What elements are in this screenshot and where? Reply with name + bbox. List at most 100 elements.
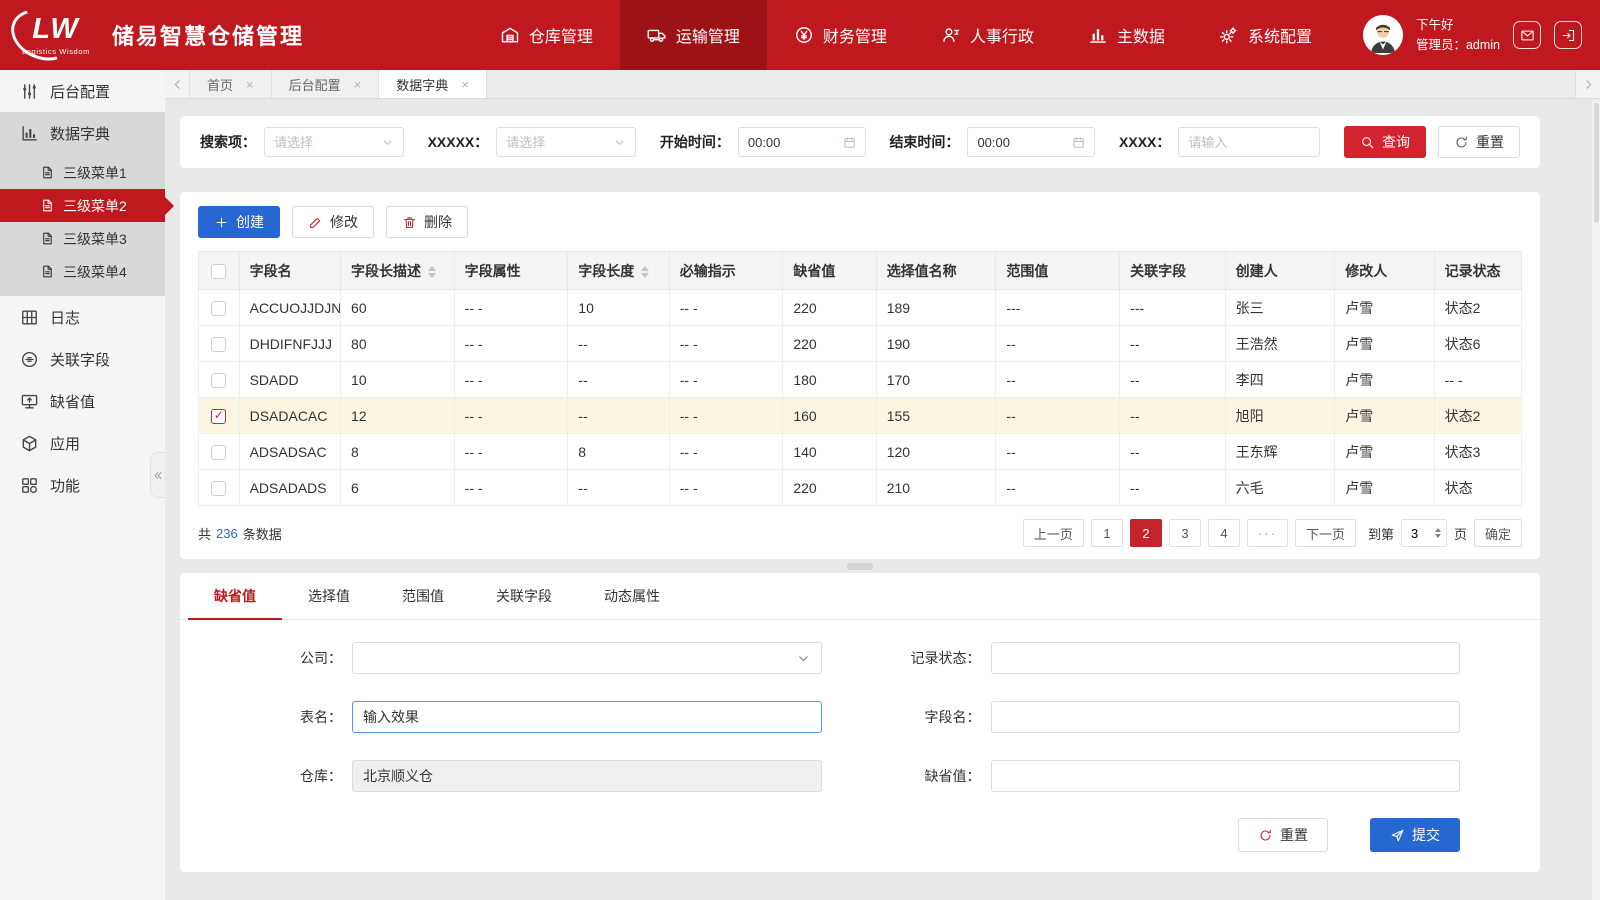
form-submit-label: 提交 bbox=[1412, 825, 1440, 845]
row-checkbox[interactable] bbox=[211, 337, 226, 352]
edit-button[interactable]: 修改 bbox=[292, 206, 374, 238]
sidebar-subitem-3[interactable]: 三级菜单4 bbox=[0, 255, 165, 288]
table-row-1[interactable]: DHDIFNFJJJ80-- ----- -220190----王浩然卢雪状态6 bbox=[199, 326, 1522, 362]
row-checkbox[interactable] bbox=[211, 409, 226, 424]
tab-2[interactable]: 数据字典× bbox=[379, 70, 487, 98]
detail-tab-0[interactable]: 缺省值 bbox=[188, 573, 282, 619]
page-button-3[interactable]: 3 bbox=[1169, 519, 1201, 547]
company-select[interactable] bbox=[352, 642, 822, 674]
page-button-4[interactable]: 4 bbox=[1208, 519, 1240, 547]
default-value-label: 缺省值： bbox=[877, 766, 981, 786]
spinner-arrows-icon[interactable] bbox=[1435, 528, 1441, 538]
xxxxx-select-input[interactable] bbox=[506, 135, 613, 150]
record-status-input-box[interactable] bbox=[991, 642, 1461, 674]
nav-item-1[interactable]: 运输管理 bbox=[620, 0, 767, 70]
scrollbar-thumb[interactable] bbox=[1594, 103, 1599, 223]
table-row-2[interactable]: SDADD10-- ----- -180170----李四卢雪-- - bbox=[199, 362, 1522, 398]
splitter-handle[interactable] bbox=[180, 559, 1540, 573]
select-all-checkbox[interactable] bbox=[211, 264, 226, 279]
company-select-input[interactable] bbox=[363, 650, 796, 666]
field-name-input[interactable] bbox=[1002, 709, 1450, 725]
table-cell: 155 bbox=[876, 398, 996, 434]
close-icon[interactable]: × bbox=[461, 77, 469, 92]
sidebar-subitem-label: 三级菜单3 bbox=[63, 229, 127, 249]
sort-icon[interactable] bbox=[641, 266, 649, 278]
delete-button[interactable]: 删除 bbox=[386, 206, 468, 238]
avatar[interactable] bbox=[1363, 15, 1403, 55]
reset-button[interactable]: 重置 bbox=[1438, 126, 1520, 158]
nav-item-3[interactable]: 人事行政 bbox=[914, 0, 1061, 70]
xxxx-input-box[interactable] bbox=[1178, 127, 1320, 157]
close-icon[interactable]: × bbox=[246, 77, 254, 92]
sidebar-item-2[interactable]: 日志 bbox=[0, 296, 165, 338]
row-checkbox[interactable] bbox=[211, 301, 226, 316]
detail-tab-2[interactable]: 范围值 bbox=[376, 573, 470, 619]
sort-icon[interactable] bbox=[428, 266, 436, 278]
close-icon[interactable]: × bbox=[354, 77, 362, 92]
sidebar-item-5[interactable]: 应用 bbox=[0, 422, 165, 464]
row-checkbox[interactable] bbox=[211, 481, 226, 496]
tab-0[interactable]: 首页× bbox=[190, 70, 272, 98]
nav-item-2[interactable]: 财务管理 bbox=[767, 0, 914, 70]
tab-1[interactable]: 后台配置× bbox=[272, 70, 380, 98]
mail-button[interactable] bbox=[1513, 21, 1541, 49]
xxxxx-select[interactable] bbox=[496, 127, 636, 157]
default-value-input-box[interactable] bbox=[991, 760, 1461, 792]
detail-tab-4[interactable]: 动态属性 bbox=[578, 573, 686, 619]
create-button[interactable]: 创建 bbox=[198, 206, 280, 238]
table-cell: 220 bbox=[783, 326, 876, 362]
page-button-1[interactable]: 1 bbox=[1091, 519, 1123, 547]
field-name-input-box[interactable] bbox=[991, 701, 1461, 733]
table-cell: ACCUOJJDJN bbox=[239, 290, 340, 326]
nav-item-5[interactable]: 系统配置 bbox=[1192, 0, 1339, 70]
monitor-icon bbox=[20, 392, 39, 411]
sidebar-collapse-button[interactable] bbox=[150, 452, 165, 498]
detail-tab-3[interactable]: 关联字段 bbox=[470, 573, 578, 619]
form-submit-button[interactable]: 提交 bbox=[1370, 818, 1460, 852]
query-button[interactable]: 查询 bbox=[1344, 126, 1426, 158]
table-name-input-box[interactable] bbox=[352, 701, 822, 733]
prev-page-button[interactable]: 上一页 bbox=[1023, 519, 1084, 547]
end-time-input[interactable] bbox=[977, 135, 1072, 150]
default-value-input[interactable] bbox=[1002, 768, 1450, 784]
xxxx-input[interactable] bbox=[1188, 135, 1310, 150]
sidebar-group-4: 缺省值 bbox=[0, 380, 165, 422]
tab-scroll-right-button[interactable] bbox=[1575, 70, 1600, 98]
form-reset-button[interactable]: 重置 bbox=[1238, 818, 1328, 852]
start-time-input[interactable] bbox=[748, 135, 843, 150]
jump-confirm-button[interactable]: 确定 bbox=[1474, 519, 1522, 547]
sidebar-item-4[interactable]: 缺省值 bbox=[0, 380, 165, 422]
page-ellipsis[interactable]: ··· bbox=[1247, 519, 1288, 547]
table-cell: -- bbox=[1120, 434, 1226, 470]
sidebar-item-1[interactable]: 数据字典 bbox=[0, 112, 165, 154]
sidebar-subitem-0[interactable]: 三级菜单1 bbox=[0, 156, 165, 189]
table-row-0[interactable]: ACCUOJJDJN60-- -10-- -220189------张三卢雪状态… bbox=[199, 290, 1522, 326]
search-select[interactable] bbox=[264, 127, 404, 157]
record-status-input[interactable] bbox=[1002, 650, 1450, 666]
logout-button[interactable] bbox=[1554, 21, 1582, 49]
table-row-5[interactable]: ADSADADS6-- ----- -220210----六毛卢雪状态 bbox=[199, 470, 1522, 506]
row-checkbox[interactable] bbox=[211, 445, 226, 460]
sidebar-subitem-1[interactable]: 三级菜单2 bbox=[0, 189, 165, 222]
sidebar-group-3: 关联字段 bbox=[0, 338, 165, 380]
scrollbar[interactable] bbox=[1592, 100, 1600, 900]
sidebar-item-0[interactable]: 后台配置 bbox=[0, 70, 165, 112]
tab-scroll-left-button[interactable] bbox=[165, 70, 190, 98]
search-select-input[interactable] bbox=[274, 135, 381, 150]
detail-tab-1[interactable]: 选择值 bbox=[282, 573, 376, 619]
end-time-picker[interactable] bbox=[967, 127, 1095, 157]
jump-input[interactable] bbox=[1411, 526, 1427, 541]
table-row-3[interactable]: DSADACAC12-- ----- -160155----旭阳卢雪状态2 bbox=[199, 398, 1522, 434]
jump-input-box[interactable] bbox=[1401, 519, 1447, 547]
page-button-2[interactable]: 2 bbox=[1130, 519, 1162, 547]
sidebar-item-6[interactable]: 功能 bbox=[0, 464, 165, 506]
nav-item-0[interactable]: 仓库管理 bbox=[473, 0, 620, 70]
row-checkbox[interactable] bbox=[211, 373, 226, 388]
table-name-input[interactable] bbox=[363, 709, 811, 725]
start-time-picker[interactable] bbox=[738, 127, 866, 157]
sidebar-subitem-2[interactable]: 三级菜单3 bbox=[0, 222, 165, 255]
next-page-button[interactable]: 下一页 bbox=[1295, 519, 1356, 547]
nav-item-4[interactable]: 主数据 bbox=[1061, 0, 1192, 70]
sidebar-item-3[interactable]: 关联字段 bbox=[0, 338, 165, 380]
table-row-4[interactable]: ADSADSAC8-- -8-- -140120----王东辉卢雪状态3 bbox=[199, 434, 1522, 470]
